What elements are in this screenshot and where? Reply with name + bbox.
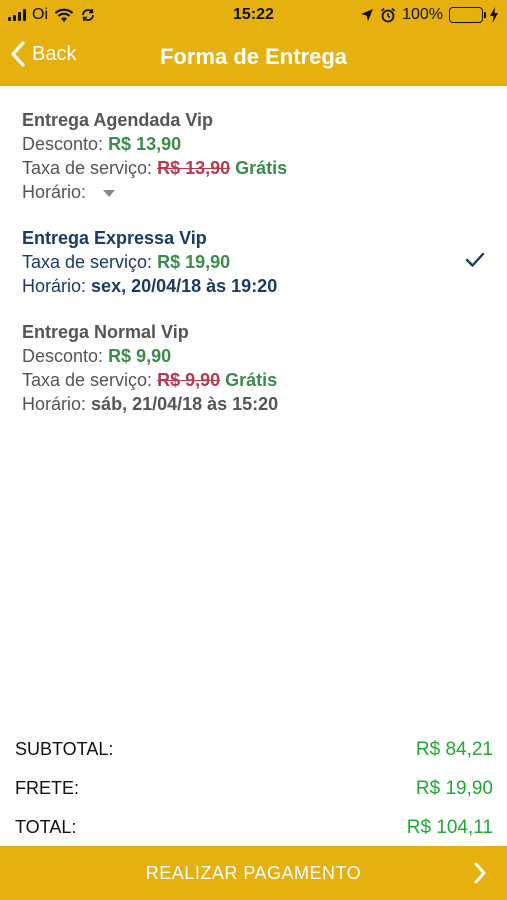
option-discount: Desconto: R$ 9,90 (22, 344, 485, 368)
make-payment-button[interactable]: REALIZAR PAGAMENTO (0, 846, 507, 900)
schedule-value: sex, 20/04/18 às 19:20 (91, 276, 278, 296)
option-schedule[interactable]: Horário: (22, 180, 485, 204)
fee-free-value: Grátis (235, 158, 288, 178)
battery-icon (449, 7, 486, 23)
discount-value: R$ 9,90 (108, 346, 172, 366)
discount-label: Desconto: (22, 134, 104, 154)
battery-percent: 100% (402, 6, 443, 23)
chevron-left-icon (11, 41, 25, 67)
subtotal-value: R$ 84,21 (415, 738, 493, 760)
back-button[interactable]: Back (10, 40, 76, 68)
back-label: Back (32, 42, 77, 65)
fee-label: Taxa de serviço: (22, 370, 153, 390)
delivery-option-normal[interactable]: Entrega Normal Vip Desconto: R$ 9,90 Tax… (22, 320, 485, 416)
shipping-label: FRETE: (15, 778, 80, 798)
schedule-label: Horário: (22, 394, 87, 414)
shipping-value: R$ 19,90 (415, 777, 493, 799)
total-row: TOTAL: R$ 104,11 (15, 808, 493, 847)
discount-value: R$ 13,90 (108, 134, 182, 154)
option-name: Entrega Expressa Vip (22, 228, 207, 248)
delivery-options-list: Entrega Agendada Vip Desconto: R$ 13,90 … (22, 108, 485, 438)
fee-value: R$ 19,90 (157, 252, 231, 272)
schedule-label: Horário: (22, 182, 87, 202)
schedule-label: Horário: (22, 276, 87, 296)
schedule-value: sáb, 21/04/18 às 15:20 (91, 394, 279, 414)
order-totals: SUBTOTAL: R$ 84,21 FRETE: R$ 19,90 TOTAL… (15, 730, 493, 847)
fee-old-value: R$ 9,90 (157, 370, 221, 390)
checkmark-icon (465, 252, 485, 267)
subtotal-row: SUBTOTAL: R$ 84,21 (15, 730, 493, 769)
alarm-icon (380, 7, 396, 23)
discount-label: Desconto: (22, 346, 104, 366)
shipping-row: FRETE: R$ 19,90 (15, 769, 493, 808)
status-bar: Oi 15:22 100% (0, 0, 507, 30)
chevron-right-icon (474, 862, 486, 884)
option-schedule: Horário: sex, 20/04/18 às 19:20 (22, 274, 485, 298)
fee-free-value: Grátis (225, 370, 278, 390)
option-name: Entrega Normal Vip (22, 322, 189, 342)
location-icon (361, 9, 374, 21)
chevron-down-icon[interactable] (103, 189, 116, 197)
total-value: R$ 104,11 (406, 816, 493, 838)
fee-label: Taxa de serviço: (22, 158, 153, 178)
status-right: 100% (360, 6, 499, 24)
option-schedule: Horário: sáb, 21/04/18 às 15:20 (22, 392, 485, 416)
delivery-option-agendada[interactable]: Entrega Agendada Vip Desconto: R$ 13,90 … (22, 108, 485, 204)
navigation-bar: Back Forma de Entrega (0, 30, 507, 86)
fee-old-value: R$ 13,90 (157, 158, 231, 178)
delivery-option-expressa[interactable]: Entrega Expressa Vip Taxa de serviço: R$… (22, 226, 485, 298)
option-fee: Taxa de serviço: R$ 9,90 Grátis (22, 368, 485, 392)
charging-icon (490, 7, 498, 23)
make-payment-label: REALIZAR PAGAMENTO (145, 863, 362, 883)
option-discount: Desconto: R$ 13,90 (22, 132, 485, 156)
option-fee: Taxa de serviço: R$ 13,90 Grátis (22, 156, 485, 180)
option-name: Entrega Agendada Vip (22, 110, 214, 130)
fee-label: Taxa de serviço: (22, 252, 153, 272)
total-label: TOTAL: (15, 817, 77, 837)
option-fee: Taxa de serviço: R$ 19,90 (22, 250, 485, 274)
subtotal-label: SUBTOTAL: (15, 739, 114, 759)
